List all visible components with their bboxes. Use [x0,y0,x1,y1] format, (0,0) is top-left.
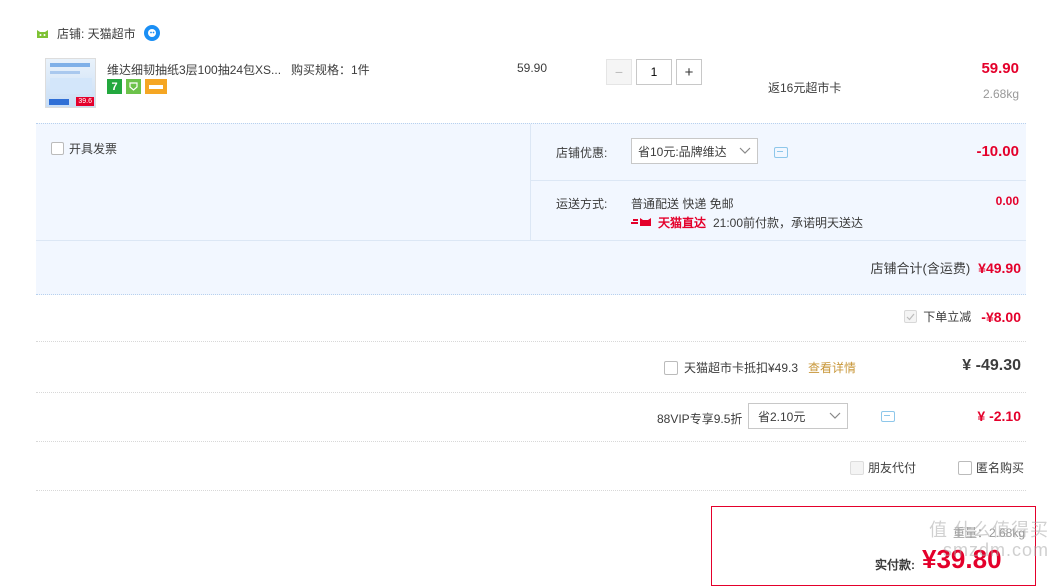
shop-total-label: 店铺合计(含运费) [870,261,971,276]
chevron-down-icon [739,144,751,158]
anonymous-option[interactable]: 匿名购买 [958,459,1024,476]
shop-discount-select[interactable]: 省10元:品牌维达 [631,138,758,164]
invoice-checkbox[interactable] [51,142,64,155]
seven-day-return-icon[interactable]: 7 [107,79,122,94]
item-subtotal: 59.90 [981,60,1019,77]
instant-discount-amount: -¥8.00 [981,308,1021,325]
item-title[interactable]: 维达细韧抽纸3层100抽24包XS... [107,61,281,78]
item-thumbnail[interactable]: 39.6 [45,58,96,108]
friend-pay-option[interactable]: 朋友代付 [850,459,916,476]
market-card-details-link[interactable]: 查看详情 [808,359,856,376]
friend-pay-label: 朋友代付 [868,461,917,475]
invoice-label: 开具发票 [69,142,118,156]
credit-card-icon[interactable] [145,79,167,94]
shop-total-amount: ¥49.90 [978,259,1021,276]
market-card-option[interactable]: 天猫超市卡抵扣¥49.3 查看详情 [664,359,856,376]
instant-discount-label: 下单立减 [923,310,972,324]
shop-logo-icon [36,28,49,38]
watermark: 值 什么值得买 smzdm.com [928,520,1049,560]
unit-price: 59.90 [517,61,548,75]
instant-discount-row: 下单立减 -¥8.00 [904,308,1021,325]
shop-discount-amount: -10.00 [976,143,1019,160]
service-icons: 7 [107,79,167,94]
vip-discount-value: 省2.10元 [758,409,806,424]
vip-discount-label: 88VIP专享9.5折 [657,412,743,426]
shop-discount-value: 省10元:品牌维达 [638,144,727,159]
quantity-stepper: − + [606,59,702,85]
shipping-promise: 21:00前付款，承诺明天送达 [713,216,864,230]
anonymous-checkbox[interactable] [958,460,972,475]
market-card-amount: ¥ -49.30 [962,357,1021,374]
message-icon[interactable] [774,147,788,158]
market-card-checkbox[interactable] [664,360,678,375]
message-icon[interactable] [881,411,896,422]
friend-pay-checkbox[interactable] [850,460,864,475]
shop-name[interactable]: 店铺: 天猫超市 [57,25,136,42]
shipping-method: 普通配送 快递 免邮 [631,197,734,211]
chevron-down-icon [829,409,841,423]
quantity-minus-button[interactable]: − [606,59,632,85]
vip-discount-select[interactable]: 省2.10元 [748,403,848,429]
thumb-price-tag: 39.6 [76,97,94,106]
market-card-label: 天猫超市卡抵扣¥49.3 [684,361,799,375]
shop-total: 店铺合计(含运费) ¥49.90 [871,258,1022,277]
shop-discount-label: 店铺优惠: [556,146,608,160]
invoice-option[interactable]: 开具发票 [51,140,117,157]
vip-discount-amount: ¥ -2.10 [977,408,1021,424]
anonymous-label: 匿名购买 [976,461,1025,475]
delivery-guarantee-icon[interactable] [126,79,141,94]
shop-header: 店铺: 天猫超市 [36,24,160,42]
shipping-badge: 天猫直达 [631,214,706,231]
quantity-input[interactable] [636,59,672,85]
cashback-text: 返16元超市卡 [768,81,842,95]
tmall-direct-text: 天猫直达 [658,216,707,230]
tmall-direct-icon [631,216,655,230]
shipping-label: 运送方式: [556,197,608,211]
item-weight: 2.68kg [982,87,1019,101]
wangwang-chat-icon[interactable] [143,25,160,41]
item-spec: 购买规格：1件 [291,63,370,77]
instant-discount-checkbox [904,310,918,323]
shipping-amount: 0.00 [995,194,1019,208]
quantity-plus-button[interactable]: + [676,59,702,85]
